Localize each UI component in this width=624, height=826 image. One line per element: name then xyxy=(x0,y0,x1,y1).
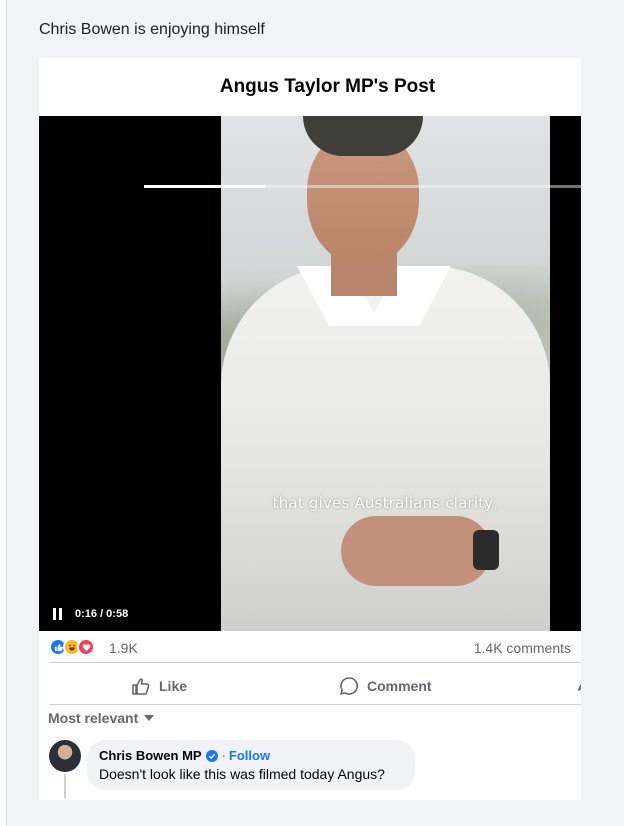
separator: · xyxy=(221,748,226,763)
divider xyxy=(49,704,581,705)
video-player[interactable]: that gives Australians clarity, 0:16 / 0… xyxy=(39,116,581,631)
comment-bubble: Chris Bowen MP · Follow Doesn't look lik… xyxy=(87,740,415,790)
facebook-post: Angus Taylor MP's Post that gives Austra… xyxy=(39,58,581,800)
verified-badge-icon xyxy=(205,749,218,762)
comment-text: Doesn't look like this was filmed today … xyxy=(99,766,385,782)
comment-button[interactable]: Comment xyxy=(339,666,432,706)
share-caption: Chris Bowen is enjoying himself xyxy=(39,21,265,38)
post-actions: Like Comment xyxy=(39,666,581,706)
video-progress-fill xyxy=(144,185,265,188)
avatar[interactable] xyxy=(49,740,81,772)
share-icon xyxy=(578,684,581,691)
video-frame xyxy=(221,116,550,631)
comment-icon xyxy=(340,677,358,695)
pause-icon[interactable] xyxy=(53,608,63,620)
shared-card: Chris Bowen is enjoying himself Angus Ta… xyxy=(6,0,624,826)
thumbs-up-icon xyxy=(132,678,150,695)
reaction-icons[interactable] xyxy=(49,638,105,656)
sort-label: Most relevant xyxy=(48,710,139,726)
post-title: Angus Taylor MP's Post xyxy=(219,76,436,97)
comment-count[interactable]: 1.4K comments xyxy=(474,640,571,656)
like-button[interactable]: Like xyxy=(131,666,187,706)
reactions-row: 1.9K 1.4K comments xyxy=(39,631,581,661)
video-controls: 0:16 / 0:58 xyxy=(39,596,581,631)
video-progress-bar[interactable] xyxy=(144,185,581,188)
video-subtitle: that gives Australians clarity, xyxy=(272,494,499,512)
comment-button-label: Comment xyxy=(367,678,432,694)
comment-item: Chris Bowen MP · Follow Doesn't look lik… xyxy=(49,740,581,800)
like-button-label: Like xyxy=(159,678,188,694)
caret-down-icon xyxy=(144,715,155,721)
comment-author[interactable]: Chris Bowen MP xyxy=(99,748,202,763)
reaction-count[interactable]: 1.9K xyxy=(109,640,138,656)
follow-button[interactable]: Follow xyxy=(229,748,270,763)
thread-line xyxy=(64,774,66,798)
divider xyxy=(49,662,581,663)
comment-sort-dropdown[interactable]: Most relevant xyxy=(48,710,155,726)
share-button[interactable] xyxy=(577,666,581,706)
love-icon xyxy=(77,638,95,656)
video-timecode: 0:16 / 0:58 xyxy=(75,608,129,620)
